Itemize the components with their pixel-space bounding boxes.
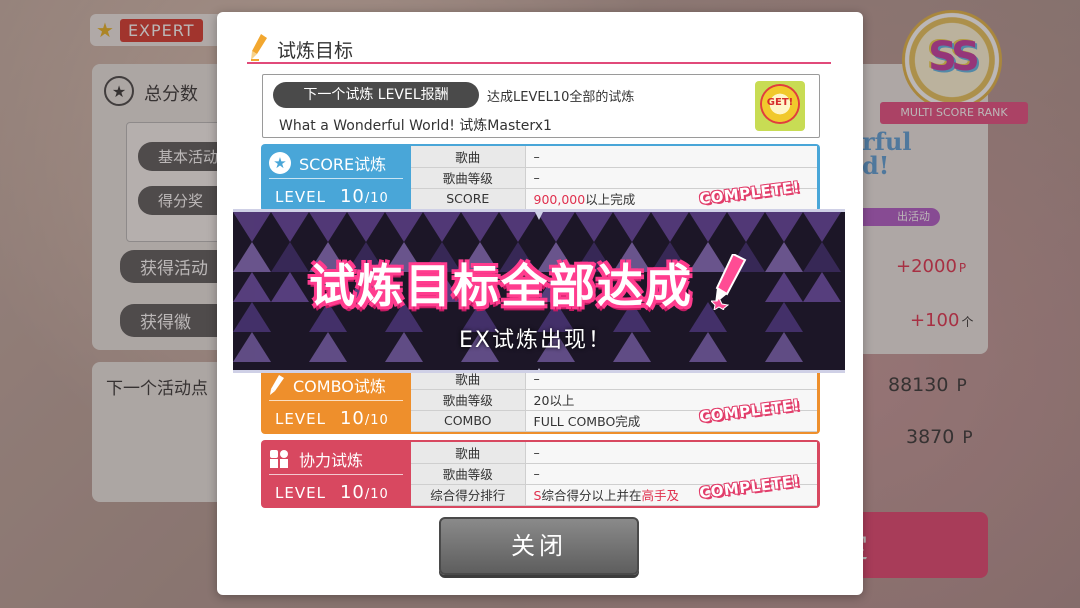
banner-title: 试炼目标全部达成: [309, 259, 693, 313]
pencil-icon: [270, 375, 284, 395]
trial-name: 协力试炼: [299, 451, 364, 470]
modal-header: 试炼目标: [247, 34, 831, 64]
trial-requirements: 歌曲 – 歌曲等级 – 综合得分排行 S综合得分以上并在高手及: [411, 442, 817, 506]
trial-name: COMBO试炼: [293, 377, 386, 396]
get-label: GET!: [766, 97, 794, 108]
star-icon: ★: [269, 152, 291, 174]
trial-requirements: 歌曲 – 歌曲等级 20以上 COMBO FULL COMBO完成: [411, 368, 817, 432]
get-medal-icon: GET!: [755, 81, 805, 131]
coop-trial-card: 协力试炼 LEVEL 10/10 歌曲 – 歌曲等级 – 综合得分排行 S综合得分以上并…: [261, 440, 820, 508]
trial-name: SCORE试炼: [299, 155, 387, 174]
pencil-icon: [251, 34, 267, 61]
table-row: 歌曲 –: [411, 146, 817, 168]
reward-pill: 下一个试炼 LEVEL报酬: [273, 82, 479, 108]
users-icon: [270, 450, 288, 468]
sparkle-pencil-icon: [711, 254, 747, 310]
table-row: 歌曲 –: [411, 442, 817, 464]
banner-subtitle: EX试炼出现！: [459, 328, 612, 353]
next-level-reward: 下一个试炼 LEVEL报酬 达成LEVEL10全部的试炼 What a Wond…: [262, 74, 820, 138]
reward-condition: 达成LEVEL10全部的试炼: [487, 90, 635, 105]
reward-song: What a Wonderful World! 试炼Masterx1: [279, 118, 552, 134]
all-goals-achieved-banner: 试炼目标全部达成 EX试炼出现！: [233, 209, 845, 373]
trial-level: LEVEL 10/10: [275, 186, 389, 207]
combo-trial-card: COMBO试炼 LEVEL 10/10 歌曲 – 歌曲等级 20以上 COMBO FUL…: [261, 366, 820, 434]
modal-title: 试炼目标: [277, 40, 354, 62]
trial-level: LEVEL 10/10: [275, 408, 389, 429]
trial-level: LEVEL 10/10: [275, 482, 389, 503]
close-button[interactable]: 关闭: [439, 517, 639, 575]
